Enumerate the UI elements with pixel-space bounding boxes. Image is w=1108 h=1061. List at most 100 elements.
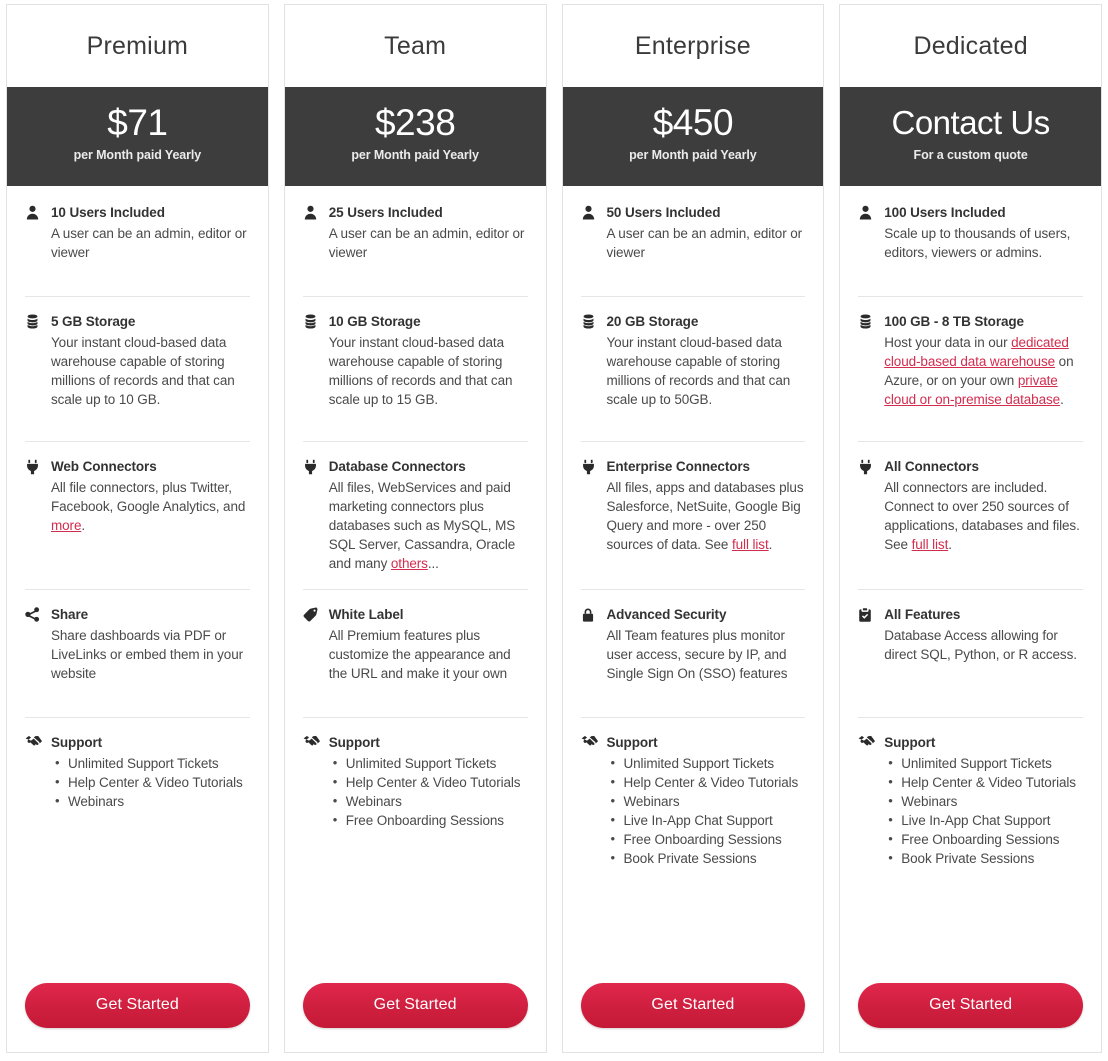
plan-name: Team	[384, 31, 447, 60]
support-list-item: Unlimited Support Tickets	[888, 753, 1083, 773]
feature-title: Web Connectors	[51, 459, 157, 474]
desc-text: .	[81, 518, 86, 533]
feature-connectors: Web Connectors All file connectors, plus …	[25, 441, 250, 589]
feature-title: Support	[51, 735, 103, 750]
feature-title: All Connectors	[884, 459, 979, 474]
price-amount: $238	[374, 102, 456, 143]
get-started-button[interactable]: Get Started	[302, 983, 528, 1028]
support-list-item: Help Center & Video Tutorials	[55, 772, 250, 792]
desc-text: ...	[427, 556, 439, 571]
support-list-item: Help Center & Video Tutorials	[888, 772, 1083, 792]
cta-container: Get Started	[563, 983, 824, 1052]
feature-title: Support	[606, 735, 658, 750]
support-list-item: Book Private Sessions	[888, 848, 1083, 868]
connectors-link[interactable]: others	[391, 556, 428, 571]
handshake-icon	[303, 734, 321, 749]
feature-description: All files, WebServices and paid marketin…	[303, 478, 528, 573]
support-list-item: Webinars	[55, 791, 250, 811]
pricing-card-team: Team $238 per Month paid Yearly 25 Users In…	[283, 4, 547, 1053]
user-icon	[858, 204, 876, 220]
feature-description: All Team features plus monitor user acce…	[606, 628, 788, 681]
plug-icon	[25, 458, 43, 475]
feature-white-label: White Label All Premium features plus cus…	[302, 589, 528, 717]
get-started-button[interactable]: Get Started	[858, 983, 1083, 1028]
support-list: Unlimited Support TicketsHelp Center & V…	[25, 753, 250, 811]
support-list-item: Live In-App Chat Support	[611, 810, 806, 830]
support-list: Unlimited Support TicketsHelp Center & V…	[581, 753, 806, 868]
database-icon	[858, 313, 876, 329]
desc-text: .	[768, 537, 773, 552]
pricing-table: Premium $71 per Month paid Yearly 10 Users …	[0, 0, 1108, 1061]
feature-connectors: Enterprise Connectors All files, apps and…	[580, 441, 806, 589]
support-list-item: Unlimited Support Tickets	[611, 753, 806, 773]
feature-title: 10 Users Included	[51, 205, 165, 220]
support-list: Unlimited Support TicketsHelp Center & V…	[303, 753, 528, 830]
get-started-button[interactable]: Get Started	[25, 983, 250, 1028]
feature-title: 50 Users Included	[606, 205, 721, 220]
price-amount: $71	[107, 102, 168, 143]
feature-title: 20 GB Storage	[606, 314, 699, 329]
user-icon	[581, 204, 599, 220]
desc-text: All files, apps and databases plus Sales…	[606, 480, 804, 552]
cta-container: Get Started	[840, 983, 1101, 1052]
feature-users: 25 Users Included A user can be an admin,…	[303, 186, 528, 296]
feature-title: Database Connectors	[328, 459, 466, 474]
feature-description: Scale up to thousands of users, editors,…	[884, 226, 1071, 260]
feature-description: Your instant cloud-based data warehouse …	[328, 335, 513, 407]
user-icon	[25, 204, 43, 220]
price-band: Contact Us For a custom quote	[840, 87, 1101, 186]
feature-title: Advanced Security	[606, 607, 727, 622]
support-list: Unlimited Support TicketsHelp Center & V…	[858, 753, 1083, 868]
price-amount: $450	[652, 102, 734, 143]
feature-title: 10 GB Storage	[328, 314, 421, 329]
support-list-item: Webinars	[888, 791, 1083, 811]
feature-description: A user can be an admin, editor or viewer	[328, 226, 525, 260]
price-band: $450 per Month paid Yearly	[562, 87, 824, 186]
plan-name: Enterprise	[634, 31, 751, 60]
support-list-item: Free Onboarding Sessions	[611, 829, 806, 849]
feature-title: Enterprise Connectors	[606, 459, 751, 474]
feature-list: 10 Users Included A user can be an admin,…	[7, 186, 268, 983]
desc-text: .	[1060, 392, 1064, 407]
support-list-item: Webinars	[611, 791, 806, 811]
handshake-icon	[581, 734, 599, 749]
feature-description: Host your data in our dedicated cloud-ba…	[858, 333, 1083, 409]
feature-description: Share dashboards via PDF or LiveLinks or…	[51, 628, 243, 681]
handshake-icon	[25, 734, 43, 749]
plan-name: Dedicated	[913, 31, 1028, 60]
price-band: $238 per Month paid Yearly	[284, 87, 546, 186]
support-list-item: Unlimited Support Tickets	[55, 753, 250, 773]
connectors-link[interactable]: more	[51, 518, 81, 533]
get-started-button[interactable]: Get Started	[580, 983, 806, 1028]
feature-description: Your instant cloud-based data warehouse …	[606, 335, 791, 407]
price-period: per Month paid Yearly	[73, 148, 202, 162]
support-list-item: Free Onboarding Sessions	[333, 810, 528, 830]
feature-description: All files, apps and databases plus Sales…	[581, 478, 806, 554]
connectors-link[interactable]: full list	[912, 537, 949, 552]
feature-title: 5 GB Storage	[51, 314, 136, 329]
feature-description: A user can be an admin, editor or viewer	[51, 226, 247, 260]
feature-title: Support	[328, 735, 380, 750]
price-band: $71 per Month paid Yearly	[7, 87, 268, 186]
feature-title: Support	[884, 735, 936, 750]
feature-title: 100 GB - 8 TB Storage	[884, 314, 1024, 329]
share-icon	[25, 606, 43, 622]
feature-description: Database Access allowing for direct SQL,…	[884, 628, 1077, 662]
support-list-item: Book Private Sessions	[611, 848, 806, 868]
feature-share: Share Share dashboards via PDF or LiveLin…	[25, 589, 250, 717]
feature-list: 100 Users Included Scale up to thousands …	[840, 186, 1101, 983]
plug-icon	[581, 458, 599, 475]
feature-support: Support Unlimited Support TicketsHelp Cen…	[302, 717, 528, 847]
support-list-item: Free Onboarding Sessions	[888, 829, 1083, 849]
feature-title: 25 Users Included	[328, 205, 443, 220]
database-icon	[303, 313, 321, 329]
handshake-icon	[858, 734, 876, 749]
pricing-card-dedicated: Dedicated Contact Us For a custom quote 100…	[839, 4, 1102, 1053]
card-header: Premium	[7, 5, 268, 87]
connectors-link[interactable]: full list	[732, 537, 769, 552]
feature-users: 50 Users Included A user can be an admin,…	[581, 186, 806, 296]
feature-description: Your instant cloud-based data warehouse …	[51, 335, 235, 407]
feature-users: 10 Users Included A user can be an admin,…	[25, 186, 250, 296]
feature-support: Support Unlimited Support TicketsHelp Cen…	[25, 717, 250, 847]
price-amount: Contact Us	[891, 104, 1051, 141]
